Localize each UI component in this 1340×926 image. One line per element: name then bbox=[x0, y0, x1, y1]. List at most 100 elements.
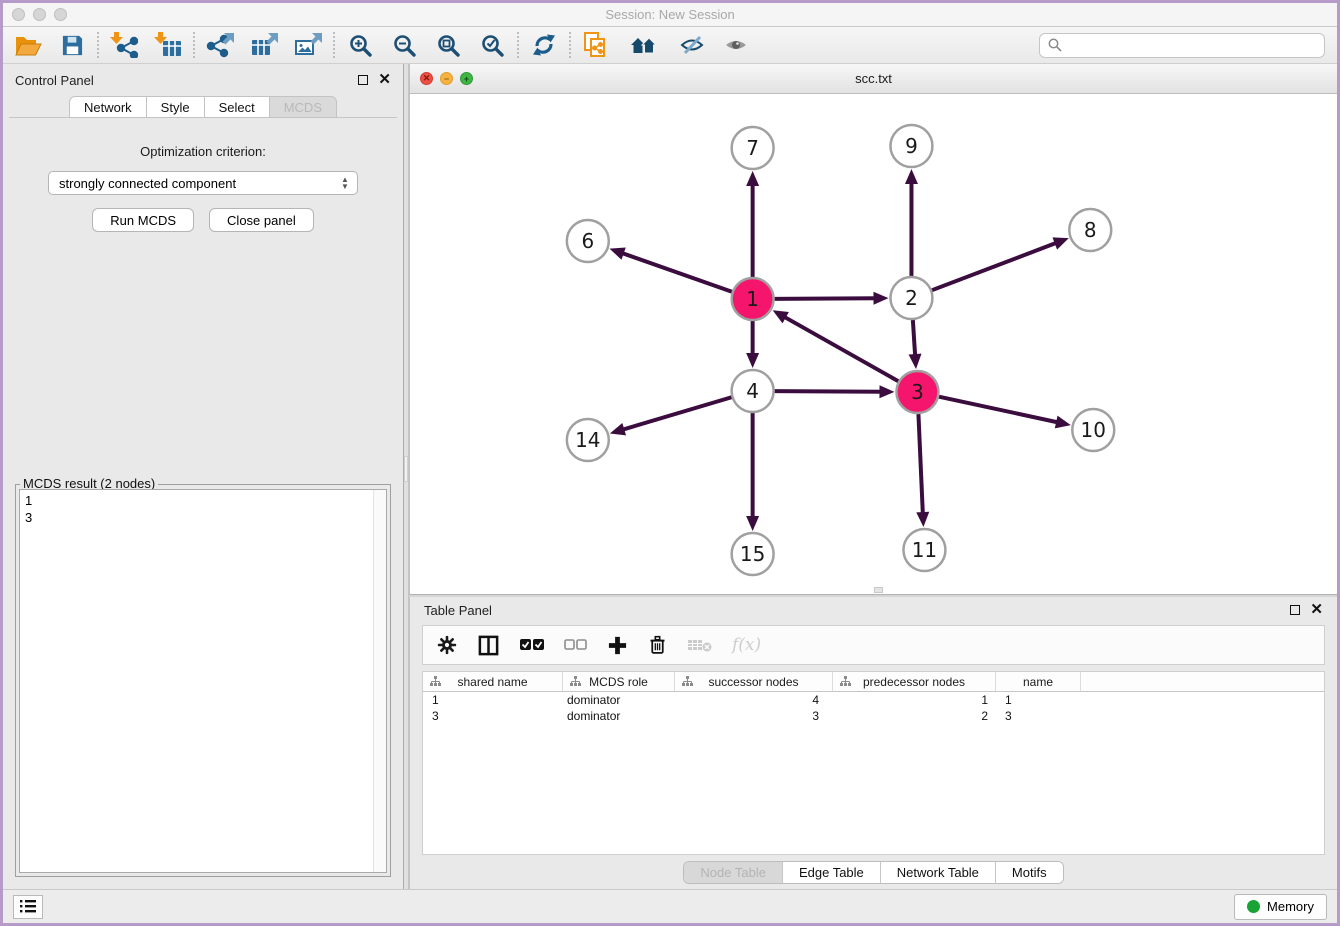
column-header-successor-nodes[interactable]: successor nodes bbox=[675, 672, 833, 691]
graph-edge-arrowhead bbox=[746, 516, 759, 531]
graph-edge-3-11[interactable] bbox=[918, 414, 922, 515]
zoom-selected-button[interactable] bbox=[477, 31, 507, 59]
network-view-titlebar: ✕ − + scc.txt bbox=[410, 64, 1337, 94]
graph-edge-1-2[interactable] bbox=[775, 298, 877, 299]
window-title: Session: New Session bbox=[3, 7, 1337, 22]
zoom-fit-button[interactable] bbox=[433, 31, 463, 59]
divider-handle[interactable] bbox=[404, 456, 408, 482]
network-minimize-button[interactable]: − bbox=[440, 72, 453, 85]
tab-select[interactable]: Select bbox=[205, 96, 270, 118]
memory-status-icon bbox=[1247, 900, 1260, 913]
table-row[interactable]: 3 dominator 3 2 3 bbox=[423, 708, 1324, 724]
columns-icon bbox=[477, 634, 500, 657]
optimization-criterion-label: Optimization criterion: bbox=[9, 144, 397, 159]
open-session-button[interactable] bbox=[13, 31, 43, 59]
save-session-button[interactable] bbox=[57, 31, 87, 59]
search-input[interactable] bbox=[1068, 38, 1316, 53]
tab-motifs[interactable]: Motifs bbox=[995, 862, 1063, 883]
float-table-panel-icon[interactable] bbox=[1290, 605, 1300, 615]
table-settings-button[interactable] bbox=[436, 634, 458, 656]
graph-edge-2-8[interactable] bbox=[932, 242, 1058, 290]
graph-edge-arrowhead bbox=[746, 171, 759, 186]
toolbar-separator bbox=[569, 32, 571, 58]
delete-table-button[interactable] bbox=[687, 637, 713, 653]
function-builder-button[interactable]: f(x) bbox=[732, 635, 761, 655]
tab-edge-table[interactable]: Edge Table bbox=[782, 862, 880, 883]
minimize-window-button[interactable] bbox=[33, 8, 46, 21]
graph-edge-3-10[interactable] bbox=[939, 397, 1059, 423]
tab-mcds[interactable]: MCDS bbox=[270, 96, 337, 118]
table-row[interactable]: 1 dominator 4 1 1 bbox=[423, 692, 1324, 708]
hide-graphics-button[interactable] bbox=[677, 31, 707, 59]
close-window-button[interactable] bbox=[12, 8, 25, 21]
column-type-icon bbox=[570, 676, 581, 687]
criterion-select[interactable]: strongly connected component ▲▼ bbox=[48, 171, 358, 195]
mcds-result-text[interactable]: 1 3 bbox=[19, 489, 387, 873]
import-table-button[interactable] bbox=[153, 31, 183, 59]
graph-edge-4-3[interactable] bbox=[775, 391, 883, 392]
tab-network-table[interactable]: Network Table bbox=[880, 862, 995, 883]
select-all-rows-button[interactable] bbox=[519, 638, 545, 652]
close-panel-icon[interactable]: ✕ bbox=[378, 75, 391, 85]
cell-mcds-role: dominator bbox=[563, 693, 675, 707]
deselect-all-rows-button[interactable] bbox=[564, 639, 588, 651]
trash-icon bbox=[647, 634, 668, 656]
network-view-title: scc.txt bbox=[410, 71, 1337, 86]
column-header-predecessor-nodes[interactable]: predecessor nodes bbox=[833, 672, 996, 691]
network-canvas[interactable]: 7968124314101511 bbox=[410, 94, 1337, 594]
close-table-panel-icon[interactable]: ✕ bbox=[1310, 605, 1323, 615]
delete-table-icon bbox=[687, 637, 713, 653]
vertical-split-divider[interactable] bbox=[403, 64, 409, 889]
plus-icon bbox=[607, 635, 628, 656]
memory-label: Memory bbox=[1267, 899, 1314, 914]
add-column-button[interactable] bbox=[607, 635, 628, 656]
export-image-icon bbox=[294, 32, 322, 58]
show-graphics-button[interactable] bbox=[721, 31, 751, 59]
close-panel-button[interactable]: Close panel bbox=[209, 208, 314, 232]
home-view-button[interactable] bbox=[625, 31, 663, 59]
zoom-selected-icon bbox=[480, 33, 504, 57]
show-columns-button[interactable] bbox=[477, 634, 500, 657]
clone-network-button[interactable] bbox=[581, 31, 611, 59]
cell-mcds-role: dominator bbox=[563, 709, 675, 723]
network-close-button[interactable]: ✕ bbox=[420, 72, 433, 85]
control-panel-tabs: Network Style Select MCDS bbox=[3, 96, 403, 118]
graph-edge-4-14[interactable] bbox=[621, 397, 731, 430]
zoom-window-button[interactable] bbox=[54, 8, 67, 21]
export-table-button[interactable] bbox=[249, 31, 279, 59]
eye-icon bbox=[723, 33, 749, 57]
graph-node-label-11: 11 bbox=[912, 538, 937, 562]
window-titlebar: Session: New Session bbox=[3, 3, 1337, 27]
zoom-out-button[interactable] bbox=[389, 31, 419, 59]
graph-edge-3-1[interactable] bbox=[783, 316, 898, 381]
delete-column-button[interactable] bbox=[647, 634, 668, 656]
cell-predecessor-nodes: 2 bbox=[833, 709, 996, 723]
memory-button[interactable]: Memory bbox=[1234, 894, 1327, 920]
tab-node-table[interactable]: Node Table bbox=[684, 862, 782, 883]
tab-network[interactable]: Network bbox=[69, 96, 147, 118]
tab-style[interactable]: Style bbox=[147, 96, 205, 118]
column-header-mcds-role[interactable]: MCDS role bbox=[563, 672, 675, 691]
export-network-button[interactable] bbox=[205, 31, 235, 59]
canvas-split-handle[interactable] bbox=[874, 587, 883, 593]
network-zoom-button[interactable]: + bbox=[460, 72, 473, 85]
task-history-button[interactable] bbox=[13, 895, 43, 919]
export-image-button[interactable] bbox=[293, 31, 323, 59]
float-panel-icon[interactable] bbox=[358, 75, 368, 85]
zoom-in-button[interactable] bbox=[345, 31, 375, 59]
control-panel-title: Control Panel bbox=[15, 73, 94, 88]
import-network-button[interactable] bbox=[109, 31, 139, 59]
graph-node-label-9: 9 bbox=[905, 134, 918, 158]
graph-edge-1-6[interactable] bbox=[621, 253, 732, 292]
apply-layout-button[interactable] bbox=[529, 31, 559, 59]
graph-edge-2-3[interactable] bbox=[913, 320, 915, 357]
mcds-result-group: MCDS result (2 nodes) 1 3 bbox=[15, 484, 391, 877]
run-mcds-button[interactable]: Run MCDS bbox=[92, 208, 194, 232]
column-header-shared-name[interactable]: shared name bbox=[423, 672, 563, 691]
table-header-row: shared name MCDS role successor nodes pr… bbox=[423, 672, 1324, 692]
graph-edge-arrowhead bbox=[873, 292, 888, 305]
graph-node-label-15: 15 bbox=[740, 542, 765, 566]
column-header-name[interactable]: name bbox=[996, 672, 1081, 691]
table-tabs-bar: Node Table Edge Table Network Table Moti… bbox=[410, 855, 1337, 889]
result-scrollbar[interactable] bbox=[373, 490, 386, 872]
